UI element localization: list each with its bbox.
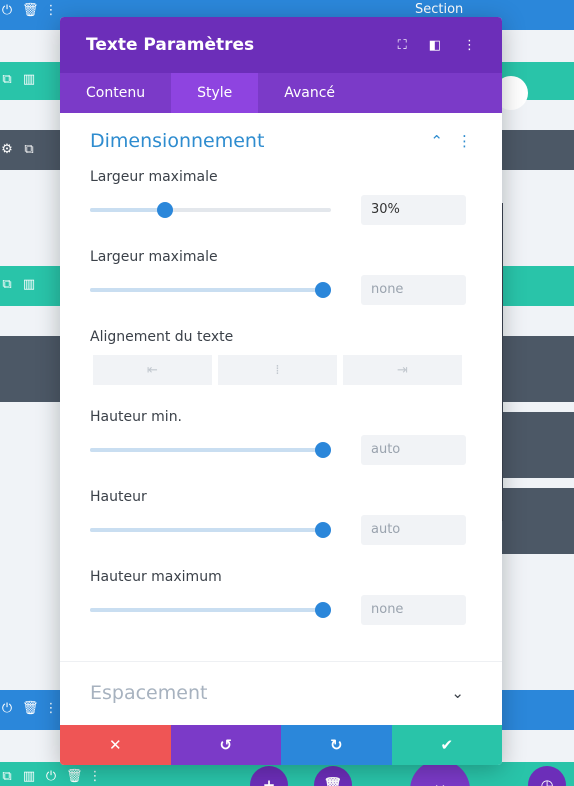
- split-view-icon[interactable]: ◧: [429, 38, 441, 53]
- height-input[interactable]: auto: [361, 515, 466, 545]
- section-dimensionnement-header[interactable]: Dimensionnement ⌃ ⋮: [60, 113, 502, 169]
- undo-icon: ↺: [219, 736, 233, 754]
- section-label: Section: [415, 2, 464, 17]
- field-min-height: Hauteur min. auto: [60, 409, 502, 465]
- redo-button[interactable]: ↻: [281, 725, 392, 765]
- field-max-width-2: Largeur maximale none: [60, 249, 502, 305]
- power-icon[interactable]: ⏻: [0, 701, 14, 716]
- more-icon[interactable]: ⋮: [44, 3, 58, 18]
- modal-body: Dimensionnement ⌃ ⋮ Largeur maximale 30%…: [60, 113, 502, 723]
- max-width-2-slider[interactable]: [90, 282, 331, 298]
- columns-icon[interactable]: ▥: [22, 72, 36, 87]
- slider-handle[interactable]: [315, 282, 331, 298]
- section-title-espacement: Espacement: [90, 681, 208, 704]
- row-toolbar-bottom: ⧉ ▥ ⏻ 🗑 ⋮: [0, 769, 102, 784]
- module-block-dark-2[interactable]: [500, 412, 574, 478]
- section-menu-icon[interactable]: ⋮: [457, 132, 472, 150]
- min-height-input[interactable]: auto: [361, 435, 466, 465]
- chevron-down-icon[interactable]: ⌄: [451, 684, 464, 702]
- field-label: Largeur maximale: [90, 169, 218, 185]
- module-toolbar: ⚙ ⧉: [0, 142, 36, 157]
- row-toolbar-1: ⧉ ▥: [0, 72, 36, 87]
- chevron-up-icon[interactable]: ⌃: [430, 132, 443, 150]
- trash-icon[interactable]: 🗑: [66, 769, 83, 784]
- duplicate-icon[interactable]: ⧉: [0, 72, 14, 87]
- max-height-slider[interactable]: [90, 602, 331, 618]
- height-slider[interactable]: [90, 522, 331, 538]
- align-center-icon: ⁞: [275, 362, 280, 378]
- more-icon[interactable]: ⋮: [44, 701, 58, 716]
- close-icon: ✕: [108, 736, 122, 754]
- settings-modal: Texte Paramètres ⛶ ◧ ⋮ Contenu Style Ava…: [60, 17, 502, 765]
- max-height-input[interactable]: none: [361, 595, 466, 625]
- discard-button[interactable]: ✕: [60, 725, 171, 765]
- tab-bar: Contenu Style Avancé: [60, 73, 502, 113]
- save-button[interactable]: ✔: [391, 725, 502, 765]
- section-espacement-header[interactable]: Espacement ⌄: [60, 661, 502, 723]
- gear-icon[interactable]: ⚙: [0, 142, 14, 157]
- align-right-icon: ⇥: [397, 362, 408, 378]
- modal-header[interactable]: Texte Paramètres ⛶ ◧ ⋮: [60, 17, 502, 73]
- field-text-alignment: Alignement du texte ⇤ ⁞ ⇥: [60, 329, 502, 385]
- field-label: Hauteur maximum: [90, 569, 222, 585]
- row-toolbar-2: ⧉ ▥: [0, 277, 36, 292]
- slider-handle[interactable]: [156, 202, 173, 218]
- slider-handle[interactable]: [315, 602, 331, 618]
- duplicate-icon[interactable]: ⧉: [0, 769, 14, 784]
- align-right-button[interactable]: ⇥: [343, 355, 462, 385]
- duplicate-icon[interactable]: ⧉: [22, 142, 36, 157]
- duplicate-icon[interactable]: ⧉: [0, 277, 14, 292]
- columns-icon[interactable]: ▥: [22, 277, 36, 292]
- columns-icon[interactable]: ▥: [22, 769, 36, 784]
- kebab-menu-icon[interactable]: ⋮: [463, 38, 476, 53]
- slider-handle[interactable]: [315, 442, 331, 458]
- redo-icon: ↻: [329, 736, 343, 754]
- more-icon[interactable]: ⋮: [88, 769, 102, 784]
- field-label: Hauteur min.: [90, 409, 183, 425]
- align-left-icon: ⇤: [147, 362, 158, 378]
- power-icon[interactable]: ⏻: [44, 769, 58, 784]
- field-label: Hauteur: [90, 489, 147, 505]
- field-max-width: Largeur maximale 30%: [60, 169, 502, 225]
- slider-handle[interactable]: [315, 522, 331, 538]
- undo-button[interactable]: ↺: [170, 725, 281, 765]
- power-icon[interactable]: ⏻: [0, 3, 14, 18]
- checkmark-icon: ✔: [440, 736, 454, 754]
- field-label: Alignement du texte: [90, 329, 234, 345]
- modal-footer: ✕ ↺ ↻ ✔: [60, 725, 502, 765]
- tab-contenu[interactable]: Contenu: [60, 73, 171, 113]
- max-width-input[interactable]: 30%: [361, 195, 466, 225]
- trash-icon[interactable]: 🗑: [22, 3, 39, 18]
- tab-avance[interactable]: Avancé: [258, 73, 361, 113]
- section-title: Dimensionnement: [90, 130, 265, 152]
- min-height-slider[interactable]: [90, 442, 331, 458]
- max-width-2-input[interactable]: none: [361, 275, 466, 305]
- trash-icon[interactable]: 🗑: [22, 701, 39, 716]
- module-block-dark-3[interactable]: [500, 488, 574, 554]
- field-height: Hauteur auto: [60, 489, 502, 545]
- section-toolbar: ⏻ 🗑 ⋮: [0, 3, 58, 18]
- section-toolbar-bottom: ⏻ 🗑 ⋮: [0, 701, 58, 716]
- focus-icon[interactable]: ⛶: [398, 38, 407, 53]
- align-left-button[interactable]: ⇤: [93, 355, 212, 385]
- tab-style[interactable]: Style: [171, 73, 259, 113]
- field-max-height: Hauteur maximum none: [60, 569, 502, 625]
- field-label: Largeur maximale: [90, 249, 218, 265]
- modal-title: Texte Paramètres: [86, 35, 255, 55]
- max-width-slider[interactable]: [90, 202, 331, 218]
- align-center-button[interactable]: ⁞: [218, 355, 337, 385]
